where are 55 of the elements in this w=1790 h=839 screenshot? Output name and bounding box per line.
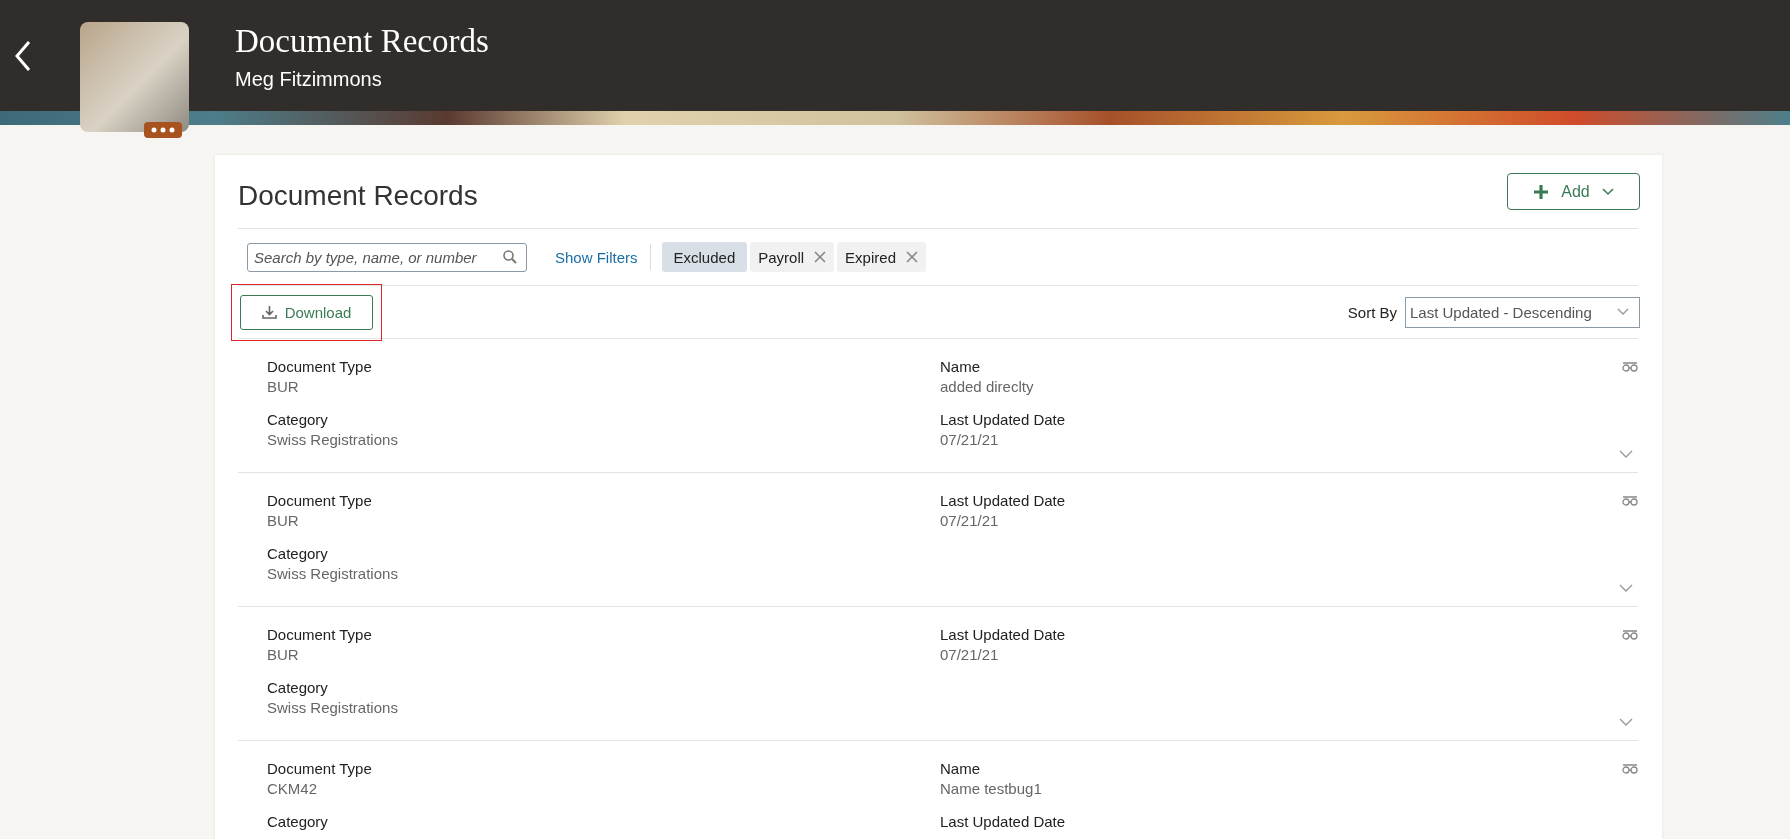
field-label: Category: [267, 812, 329, 832]
expand-chevron-icon[interactable]: [1619, 584, 1633, 592]
field-label: Document Type: [267, 625, 373, 645]
field-label: Document Type: [267, 759, 373, 779]
download-button[interactable]: Download: [240, 294, 373, 330]
person-name: Meg Fitzimmons: [235, 67, 383, 91]
field-value: Swiss Registrations: [267, 698, 399, 718]
plus-icon: [1533, 183, 1550, 200]
field-value: Swiss Registrations: [267, 430, 399, 450]
field-value: added direclty: [940, 377, 1035, 397]
more-button[interactable]: [144, 122, 182, 138]
dots-icon[interactable]: [150, 127, 176, 133]
field-label: Last Updated Date: [940, 625, 1067, 645]
field-value: BUR: [267, 377, 300, 397]
search-field[interactable]: Search by type, name, or number: [247, 242, 527, 272]
remove-icon[interactable]: [814, 251, 827, 263]
field-label: Category: [267, 678, 329, 698]
field-label: Category: [267, 544, 329, 564]
download-icon: [261, 305, 277, 319]
filter-chip[interactable]: Payroll: [750, 242, 835, 272]
field-label: Last Updated Date: [940, 812, 1067, 832]
field-label: Document Type: [267, 357, 373, 377]
field-value: Swiss Registrations: [267, 564, 399, 584]
show-filters-link[interactable]: Show Filters: [555, 248, 638, 266]
field-label: Name: [940, 357, 981, 377]
caret-icon: [1601, 187, 1614, 196]
sort-dropdown[interactable]: Last Updated - Descending: [1405, 296, 1640, 328]
field-value: BUR: [267, 511, 300, 531]
remove-icon[interactable]: [905, 251, 918, 263]
field-label: Last Updated Date: [940, 491, 1067, 511]
hidden-glasses-icon[interactable]: [1622, 629, 1638, 641]
field-value: CKM42: [267, 779, 319, 799]
field-value: BUR: [267, 645, 300, 665]
field-label: Name: [940, 759, 981, 779]
filter-chip[interactable]: Excluded: [661, 242, 748, 272]
field-value: Name testbug1: [940, 779, 1043, 799]
field-value: 07/21/21: [940, 430, 1000, 450]
field-value: 07/21/21: [940, 511, 1000, 531]
field-label: Category: [267, 410, 329, 430]
field-label: Document Type: [267, 491, 373, 511]
caret-icon: [1617, 308, 1629, 316]
field-value: 07/21/21: [940, 645, 1000, 665]
filter-chip[interactable]: Expired: [837, 242, 926, 272]
back-button[interactable]: [14, 39, 32, 72]
search-icon[interactable]: [502, 249, 518, 265]
expand-chevron-icon[interactable]: [1619, 450, 1633, 458]
field-label: Last Updated Date: [940, 410, 1067, 430]
expand-chevron-icon[interactable]: [1619, 718, 1633, 726]
hidden-glasses-icon[interactable]: [1622, 763, 1638, 775]
sort-label: Sort By: [1347, 303, 1397, 321]
hidden-glasses-icon[interactable]: [1622, 361, 1638, 373]
hidden-glasses-icon[interactable]: [1622, 495, 1638, 507]
card-title: Document Records: [238, 178, 478, 212]
page-title: Document Records: [235, 22, 489, 60]
add-button[interactable]: Add: [1507, 173, 1640, 210]
